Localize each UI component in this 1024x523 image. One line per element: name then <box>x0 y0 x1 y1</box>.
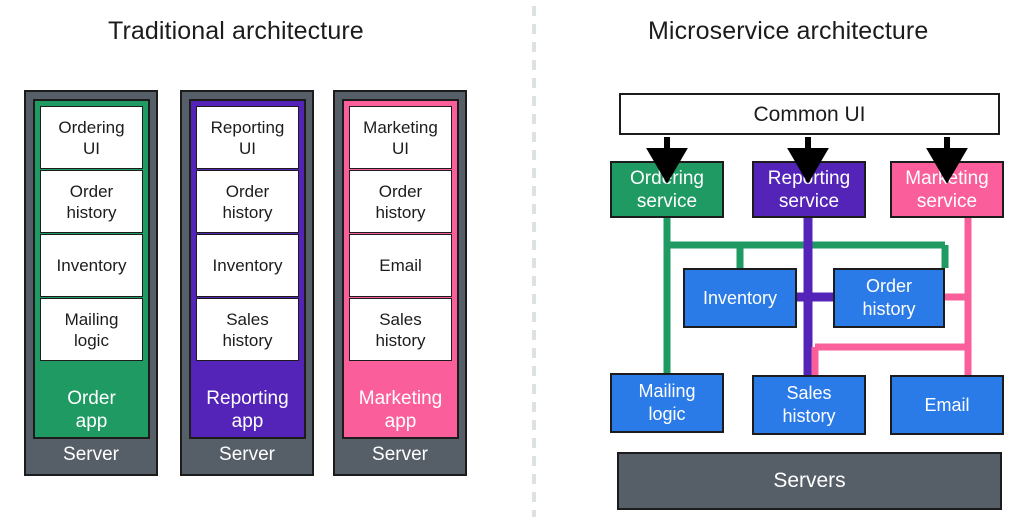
architecture-diagram: Traditional architecture Microservice ar… <box>0 0 1024 523</box>
common-ui-arrows <box>646 137 968 184</box>
